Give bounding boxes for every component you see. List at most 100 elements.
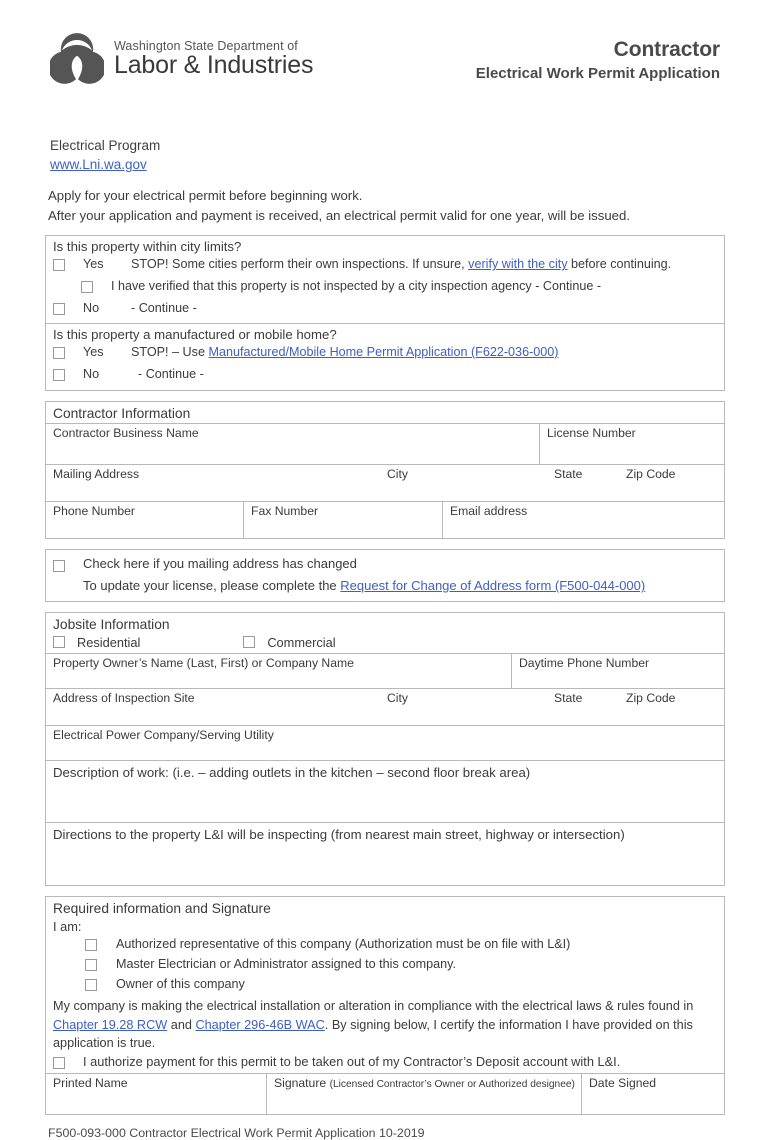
signature-field[interactable]: Signature (Licensed Contractor’s Owner o… (266, 1073, 581, 1114)
signature-section-box: Required information and Signature I am:… (45, 895, 725, 1115)
fax-number-label: Fax Number (251, 503, 319, 518)
daytime-phone-field[interactable]: Daytime Phone Number (511, 653, 724, 688)
master-electrician-label: Master Electrician or Administrator assi… (116, 956, 456, 971)
city-verified-checkbox[interactable] (81, 281, 93, 294)
agency-brand: Washington State Department of Labor & I… (48, 32, 313, 86)
mailing-zip-label: Zip Code (626, 466, 676, 481)
mh-text-before: STOP! – Use (131, 345, 209, 359)
address-change-checkbox-row[interactable]: Check here if you mailing address has ch… (53, 554, 717, 577)
page-title: Contractor (613, 38, 720, 61)
role-option-owner[interactable]: Owner of this company (53, 975, 717, 995)
website-link[interactable]: www.Lni.wa.gov (50, 157, 147, 172)
master-electrician-checkbox-wrap[interactable] (85, 955, 116, 975)
intro-line-2: After your application and payment is re… (48, 207, 631, 223)
role-option-authorized-rep[interactable]: Authorized representative of this compan… (53, 935, 717, 955)
mailing-state-label: State (554, 466, 583, 481)
commercial-checkbox[interactable] (243, 636, 256, 649)
city-limits-yes-label: Yes (83, 257, 104, 272)
date-signed-field[interactable]: Date Signed (581, 1073, 724, 1114)
mobile-home-application-link[interactable]: Manufactured/Mobile Home Permit Applicat… (208, 345, 558, 359)
authorize-payment-checkbox-wrap[interactable] (53, 1054, 83, 1071)
directions-label: Directions to the property L&I will be i… (53, 826, 625, 842)
city-limits-yes-row[interactable]: Yes STOP! Some cities perform their own … (46, 255, 724, 277)
mobile-home-no-checkbox[interactable] (53, 368, 65, 381)
mobile-home-no-checkbox-wrap[interactable] (53, 366, 83, 386)
address-change-checkbox-wrap[interactable] (53, 554, 83, 577)
mobile-home-question: Is this property a manufactured or mobil… (53, 327, 337, 342)
owner-checkbox-wrap[interactable] (85, 975, 116, 995)
li-trefoil-logo-icon (48, 32, 106, 86)
owner-checkbox[interactable] (85, 979, 97, 991)
phone-number-field[interactable]: Phone Number (46, 502, 243, 538)
date-signed-label: Date Signed (589, 1075, 657, 1090)
mobile-home-yes-checkbox[interactable] (53, 347, 65, 359)
address-change-update-line: To update your license, please complete … (53, 576, 717, 596)
signature-fields-row: Printed Name Signature (Licensed Contrac… (46, 1072, 724, 1114)
yes-text-before: STOP! Some cities perform their own insp… (131, 257, 469, 272)
city-limits-yes-checkbox-wrap[interactable] (53, 256, 83, 276)
city-verified-row[interactable]: I have verified that this property is no… (46, 277, 724, 299)
i-am-label: I am: (53, 918, 82, 934)
city-verified-label: I have verified that this property is no… (111, 279, 602, 294)
address-change-checkbox[interactable] (53, 559, 65, 572)
printed-name-field[interactable]: Printed Name (46, 1074, 266, 1114)
permit-application-page: Washington State Department of Labor & I… (0, 0, 770, 1140)
mailing-address-label: Mailing Address (53, 466, 140, 481)
intro-text: Apply for your electrical permit before … (48, 186, 725, 225)
authorize-payment-checkbox[interactable] (53, 1056, 65, 1069)
city-limits-no-checkbox[interactable] (53, 303, 65, 316)
mailing-address-row[interactable]: Mailing Address City State Zip Code (46, 463, 724, 501)
contractor-name-row: Contractor Business Name License Number (46, 422, 724, 464)
residential-option[interactable]: Residential (53, 635, 140, 650)
contractor-business-name-field[interactable]: Contractor Business Name (46, 424, 539, 464)
license-number-label: License Number (547, 425, 636, 440)
power-company-row: Electrical Power Company/Serving Utility (46, 724, 724, 760)
program-name: Electrical Program (50, 138, 161, 153)
contractor-contact-row: Phone Number Fax Number Email address (46, 500, 724, 538)
fax-number-field[interactable]: Fax Number (243, 501, 442, 538)
address-change-box: Check here if you mailing address has ch… (45, 548, 725, 602)
address-change-label: Check here if you mailing address has ch… (83, 555, 357, 571)
city-limits-yes-checkbox[interactable] (53, 259, 65, 272)
verify-with-city-link[interactable]: verify with the city (468, 257, 567, 271)
email-address-label: Email address (450, 503, 528, 518)
authorized-rep-checkbox-wrap[interactable] (85, 935, 116, 955)
mobile-home-no-row[interactable]: No - Continue - (46, 365, 724, 390)
city-verified-checkbox-wrap[interactable] (53, 278, 111, 298)
owner-name-field[interactable]: Property Owner’s Name (Last, First) or C… (46, 654, 511, 688)
commercial-option[interactable]: Commercial (243, 635, 336, 650)
program-block: Electrical Program www.Lni.wa.gov (50, 136, 725, 174)
legal-and: and (167, 1017, 196, 1032)
mobile-home-yes-row[interactable]: Yes STOP! – Use Manufactured/Mobile Home… (46, 343, 724, 365)
city-limits-no-row[interactable]: No - Continue - (46, 299, 724, 323)
jobsite-information-box: Jobsite Information Residential Commerci… (45, 611, 725, 886)
power-company-label: Electrical Power Company/Serving Utility (53, 727, 274, 742)
phone-number-label: Phone Number (53, 503, 135, 518)
inspection-address-row[interactable]: Address of Inspection Site City State Zi… (46, 687, 724, 725)
master-electrician-checkbox[interactable] (85, 958, 97, 971)
mobile-home-yes-checkbox-wrap[interactable] (53, 344, 83, 364)
mailing-city-label: City (387, 466, 408, 481)
description-of-work-field[interactable]: Description of work: (i.e. – adding outl… (46, 759, 724, 822)
residential-checkbox[interactable] (53, 636, 65, 649)
signature-body: I am: Authorized representative of this … (46, 918, 724, 1073)
email-address-field[interactable]: Email address (442, 501, 724, 538)
mobile-home-no-label: No (83, 366, 100, 381)
printed-name-label: Printed Name (53, 1075, 128, 1090)
description-of-work-label: Description of work: (i.e. – adding outl… (53, 764, 531, 780)
daytime-phone-label: Daytime Phone Number (519, 655, 650, 670)
city-limits-no-checkbox-wrap[interactable] (53, 300, 83, 320)
signature-label: Signature (274, 1075, 330, 1090)
jobsite-city-label: City (387, 690, 408, 705)
power-company-field[interactable]: Electrical Power Company/Serving Utility (46, 726, 724, 760)
license-number-field[interactable]: License Number (539, 423, 724, 464)
wac-chapter-link[interactable]: Chapter 296-46B WAC (195, 1018, 324, 1032)
directions-field[interactable]: Directions to the property L&I will be i… (46, 821, 724, 885)
jobsite-type-row: Residential Commercial (46, 634, 724, 653)
rcw-chapter-link[interactable]: Chapter 19.28 RCW (53, 1018, 167, 1032)
owner-name-label: Property Owner’s Name (Last, First) or C… (53, 655, 354, 670)
role-option-master-electrician[interactable]: Master Electrician or Administrator assi… (53, 955, 717, 975)
authorized-rep-checkbox[interactable] (85, 938, 97, 951)
authorize-payment-row[interactable]: I authorize payment for this permit to b… (53, 1053, 717, 1073)
change-of-address-form-link[interactable]: Request for Change of Address form (F500… (340, 578, 645, 593)
